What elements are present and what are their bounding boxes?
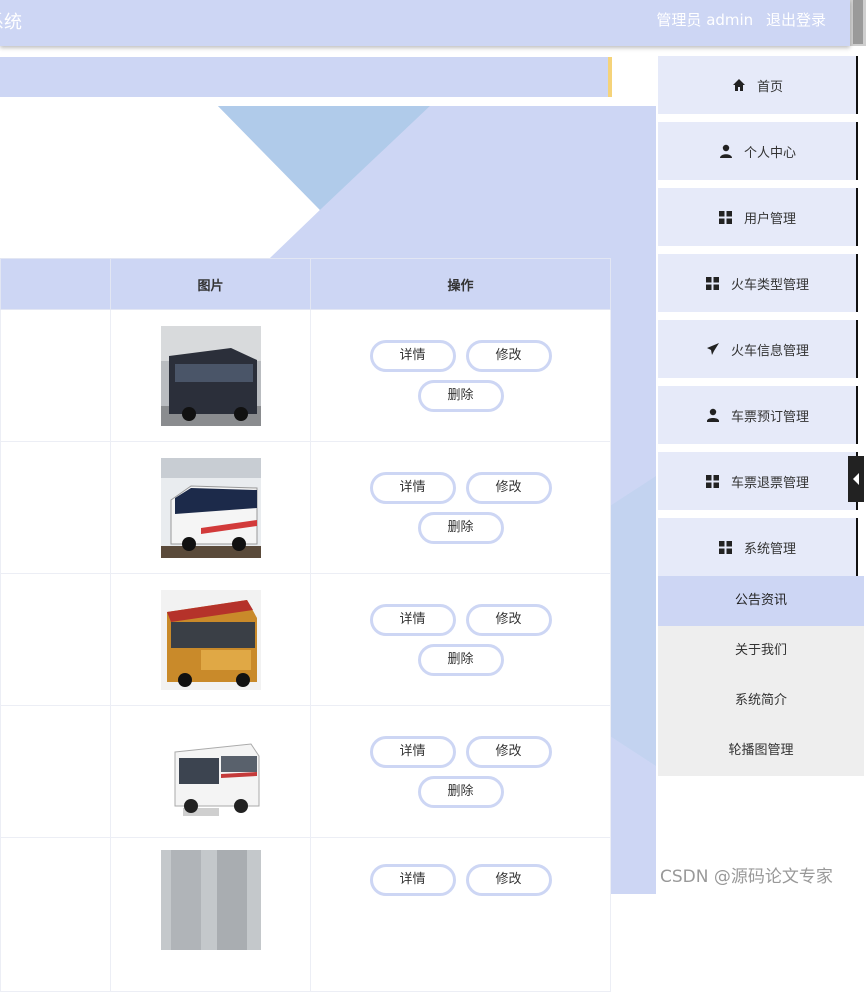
logout-link[interactable]: 退出登录 [766,11,826,29]
sidebar-item-ticket-refund[interactable]: 车票退票管理 [658,452,858,510]
table-row: 详情 修改 [0,837,611,992]
sidebar-item-label: 个人中心 [743,145,796,161]
top-header: 系统 管理员 admin 退出登录 [0,0,850,46]
bus-photo [160,325,261,426]
detail-button[interactable]: 详情 [369,735,456,768]
actions-cell: 详情 修改删除 [310,309,611,442]
image-cell [110,309,311,442]
actions-cell: 详情 修改删除 [310,573,611,706]
sidebar-item-label: 火车类型管理 [730,277,809,293]
system-title: 系统 [0,12,22,33]
sidebar-collapse-toggle[interactable] [848,456,864,502]
user-icon [718,143,734,159]
admin-user-label: 管理员 admin [656,11,754,29]
sidebar-item-label: 火车信息管理 [730,343,809,359]
sidebar-item-train-info[interactable]: 火车信息管理 [658,320,858,378]
grid-icon [718,539,734,555]
caret-left-icon [853,473,859,485]
sidebar-item-label: 系统管理 [743,541,796,557]
submenu-item-carousel[interactable]: 轮播图管理 [658,726,864,776]
table-row: 详情 修改删除 [0,573,611,706]
table-cell [0,705,111,838]
sidebar-item-label: 用户管理 [743,211,796,227]
table-cell [0,309,111,442]
user-icon [705,407,721,423]
sidebar-item-label: 车票退票管理 [730,475,809,491]
actions-cell: 详情 修改删除 [310,441,611,574]
grid-icon [705,275,721,291]
sidebar-item-home[interactable]: 首页 [658,56,858,114]
table-cell [0,441,111,574]
edit-button[interactable]: 修改 [465,339,552,372]
table-row: 详情 修改删除 [0,705,611,838]
submenu-item-intro[interactable]: 系统简介 [658,676,864,726]
page-scrollbar[interactable] [850,0,866,46]
submenu-item-about[interactable]: 关于我们 [658,626,864,676]
bus-photo [160,457,261,558]
image-cell [110,705,311,838]
image-cell [110,837,311,992]
breadcrumb-bar [0,57,612,97]
edit-button[interactable]: 修改 [465,471,552,504]
column-header-actions: 操作 [310,258,611,310]
detail-button[interactable]: 详情 [369,603,456,636]
submenu-list: 关于我们 系统简介 轮播图管理 [658,626,864,776]
image-cell [110,573,311,706]
train-info-table: 图片 操作 详情 修改删除 详情 修改删除 详情 修改删除 详情 修改删除 详情… [0,258,611,992]
actions-cell: 详情 修改删除 [310,705,611,838]
grid-icon [705,473,721,489]
bus-photo [160,721,261,822]
column-header-hidden [0,258,111,310]
building-photo [160,850,261,950]
user-area: 管理员 admin 退出登录 [648,9,826,30]
table-row: 详情 修改删除 [0,441,611,574]
table-row: 详情 修改删除 [0,309,611,442]
edit-button[interactable]: 修改 [465,603,552,636]
table-cell [0,573,111,706]
delete-button[interactable]: 删除 [417,775,504,808]
edit-button[interactable]: 修改 [465,735,552,768]
delete-button[interactable]: 删除 [417,379,504,412]
bus-photo [160,589,261,690]
edit-button[interactable]: 修改 [465,864,552,896]
sidebar-item-profile[interactable]: 个人中心 [658,122,858,180]
sidebar-nav: 首页 个人中心 用户管理 火车类型管理 火车信息管理 车票预订管理 车票退票管理… [658,46,864,894]
column-header-image: 图片 [110,258,311,310]
grid-icon [718,209,734,225]
submenu-item-announcements[interactable]: 公告资讯 [658,576,864,626]
sidebar-item-label: 首页 [756,79,783,95]
home-icon [731,77,747,93]
detail-button[interactable]: 详情 [369,864,456,896]
watermark-text: CSDN @源码论文专家 [660,867,833,887]
delete-button[interactable]: 删除 [417,643,504,676]
paper-plane-icon [705,341,721,357]
detail-button[interactable]: 详情 [369,471,456,504]
sidebar-item-ticket-booking[interactable]: 车票预订管理 [658,386,858,444]
table-header-row: 图片 操作 [0,258,611,310]
sidebar-item-users[interactable]: 用户管理 [658,188,858,246]
actions-cell: 详情 修改 [310,837,611,992]
delete-button[interactable]: 删除 [417,511,504,544]
table-cell [0,837,111,992]
sidebar-item-train-types[interactable]: 火车类型管理 [658,254,858,312]
sidebar-item-label: 车票预订管理 [730,409,809,425]
detail-button[interactable]: 详情 [369,339,456,372]
image-cell [110,441,311,574]
sidebar-item-system[interactable]: 系统管理 [658,518,858,576]
